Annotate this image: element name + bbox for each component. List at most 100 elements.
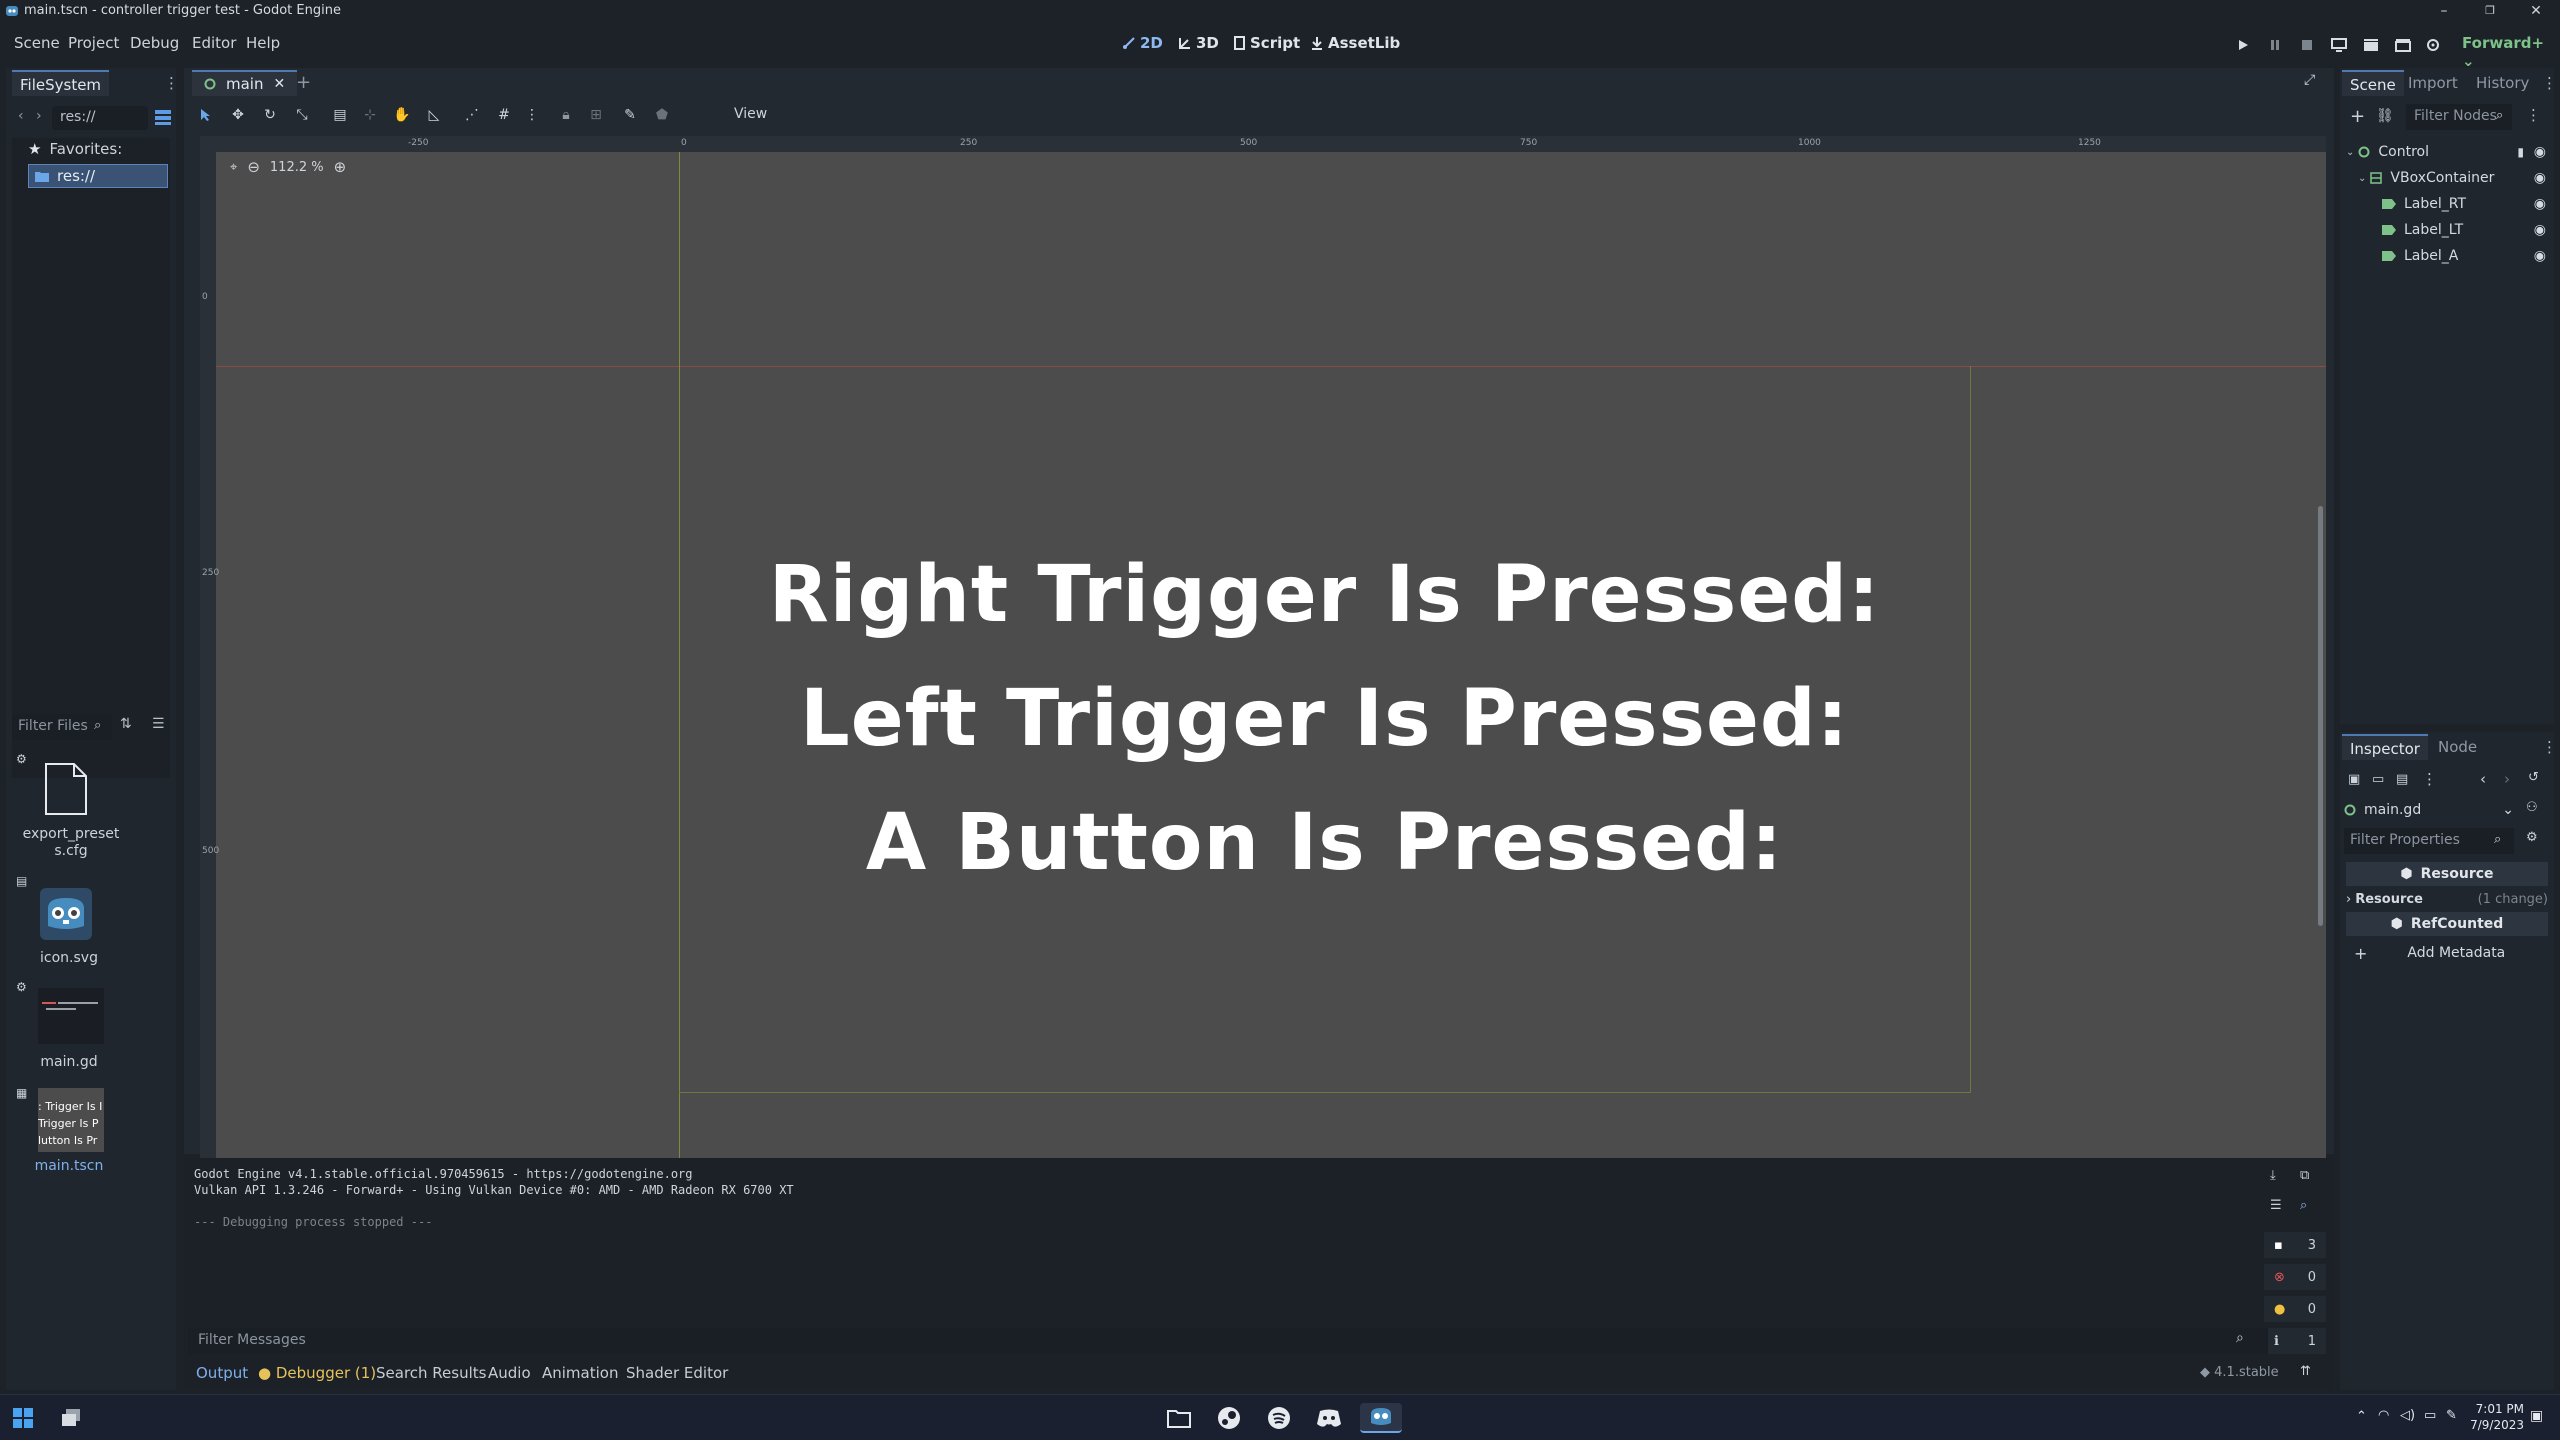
bone-icon[interactable]: ✎ (620, 105, 640, 125)
ruler-mode-icon[interactable]: ◺ (424, 105, 444, 125)
taskbar-explorer[interactable] (1164, 1403, 1194, 1433)
favorites-item[interactable]: ★ Favorites: (28, 140, 122, 158)
tab-import[interactable]: Import (2400, 70, 2466, 96)
select-mode-icon[interactable] (196, 105, 216, 125)
tab-inspector[interactable]: Inspector (2342, 734, 2428, 760)
dock-menu-icon[interactable]: ⋮ (2542, 74, 2557, 92)
taskbar-godot[interactable] (1360, 1403, 1402, 1433)
tree-node-vboxcontainer[interactable]: ⌄ VBoxContainer ◉ (2340, 166, 2554, 190)
tab-audio[interactable]: Audio (488, 1364, 531, 1382)
resource-selector[interactable]: main.gd ⌄ (2344, 798, 2514, 822)
vertical-scrollbar[interactable] (2318, 506, 2323, 926)
tab-filesystem[interactable]: FileSystem (12, 70, 110, 96)
link-icon[interactable]: ⛓ (2376, 108, 2394, 124)
pin-icon[interactable]: ⤓ (2270, 1168, 2276, 1183)
wifi-icon[interactable]: ◠ (2378, 1408, 2389, 1423)
taskbar-spotify[interactable] (1264, 1403, 1294, 1433)
tab-node[interactable]: Node (2430, 734, 2485, 760)
split-mode-icon[interactable] (154, 108, 172, 126)
zoom-in-icon[interactable]: ⊕ (334, 158, 347, 176)
history-back-icon[interactable]: ‹ (2480, 770, 2486, 788)
section-refcounted[interactable]: ⬢ RefCounted (2346, 912, 2548, 936)
tab-debugger[interactable]: ● Debugger (1) (258, 1364, 376, 1382)
tab-search-results[interactable]: Search Results (376, 1364, 486, 1382)
pivot-icon[interactable]: ⊹ (360, 105, 380, 125)
pen-icon[interactable]: ✎ (2446, 1408, 2457, 1423)
file-item-export-presets[interactable]: export_presets.cfg (6, 826, 136, 860)
search-icon[interactable]: ⌕ (2300, 1198, 2307, 1213)
section-resource[interactable]: ⬢ Resource (2346, 862, 2548, 886)
grid-snap-icon[interactable]: # (494, 105, 514, 125)
menu-project[interactable]: Project (68, 34, 119, 52)
center-view-icon[interactable]: ⌖ (230, 160, 237, 175)
tree-node-control[interactable]: ⌄ Control ▮ ◉ (2340, 140, 2554, 164)
list-view-icon[interactable]: ☰ (152, 716, 165, 732)
tab-main-scene[interactable]: main ✕ (192, 70, 298, 96)
view-menu-button[interactable]: View (734, 106, 767, 122)
file-item-icon-svg[interactable]: icon.svg (4, 950, 134, 966)
info-counter[interactable]: ℹ 1 (2264, 1328, 2326, 1354)
file-item-main-gd[interactable]: main.gd (4, 1054, 134, 1070)
zoom-out-icon[interactable]: ⊖ (247, 158, 260, 176)
tab-history[interactable]: History (2468, 70, 2537, 96)
workspace-assetlib-button[interactable]: AssetLib (1310, 34, 1400, 52)
dock-menu-icon[interactable]: ⋮ (2542, 738, 2557, 756)
property-options-icon[interactable]: ⚙ (2526, 830, 2538, 845)
sort-icon[interactable]: ⇅ (120, 716, 132, 732)
scale-mode-icon[interactable]: ⤡ (292, 105, 312, 125)
collapse-icon[interactable]: ☰ (2270, 1198, 2282, 1213)
notification-icon[interactable]: ▣ (2530, 1408, 2543, 1424)
play-scene-button[interactable] (2360, 34, 2382, 56)
add-metadata-button[interactable]: + Add Metadata (2346, 940, 2548, 966)
filter-properties-input[interactable]: Filter Properties (2344, 828, 2514, 854)
remote-debug-button[interactable] (2328, 34, 2350, 56)
path-field[interactable]: res:// (52, 106, 148, 130)
taskbar-steam[interactable] (1214, 1403, 1244, 1433)
distraction-free-icon[interactable]: ⤢ (2304, 72, 2315, 88)
dock-menu-icon[interactable]: ⋮ (164, 74, 179, 92)
start-button[interactable] (8, 1403, 38, 1433)
camera-override-icon[interactable]: ⬟ (652, 105, 672, 125)
tray-chevron-up-icon[interactable]: ⌃ (2356, 1409, 2367, 1424)
task-view-button[interactable] (56, 1403, 86, 1433)
property-resource[interactable]: › Resource (1 change) (2346, 888, 2548, 910)
play-button[interactable] (2232, 34, 2254, 56)
menu-editor[interactable]: Editor (192, 34, 236, 52)
open-resource-icon[interactable]: ▭ (2372, 772, 2384, 787)
more-options-icon[interactable]: ⋮ (522, 105, 542, 125)
save-resource-icon[interactable]: ▤ (2396, 772, 2408, 787)
filter-messages-input[interactable]: Filter Messages (188, 1328, 2268, 1354)
object-history-icon[interactable]: ↺ (2528, 770, 2539, 785)
menu-debug[interactable]: Debug (130, 34, 179, 52)
history-forward-icon[interactable]: › (2504, 770, 2510, 788)
battery-icon[interactable]: ▭ (2424, 1408, 2436, 1423)
new-resource-icon[interactable]: ▣ (2348, 772, 2360, 787)
move-mode-icon[interactable]: ✥ (228, 105, 248, 125)
smart-snap-icon[interactable]: ⋰ (462, 105, 482, 125)
group-icon[interactable]: ⊞ (586, 105, 606, 125)
taskbar-discord[interactable] (1314, 1403, 1344, 1433)
play-custom-scene-button[interactable] (2392, 34, 2414, 56)
rotate-mode-icon[interactable]: ↻ (260, 105, 280, 125)
pan-mode-icon[interactable]: ✋ (392, 105, 412, 125)
close-icon[interactable]: ✕ (273, 76, 285, 92)
node-config-icon[interactable]: ⚇ (2526, 800, 2538, 815)
menu-scene[interactable]: Scene (14, 34, 60, 52)
visibility-eye-icon[interactable]: ◉ (2534, 144, 2546, 160)
tab-scene[interactable]: Scene (2342, 70, 2404, 96)
maximize-button[interactable]: ❐ (2476, 2, 2504, 20)
lock-icon[interactable]: 🔒︎ (556, 105, 576, 125)
stop-button[interactable] (2296, 34, 2318, 56)
selectable-nodes-icon[interactable]: ▤ (330, 105, 350, 125)
volume-icon[interactable]: ◁) (2400, 1408, 2415, 1423)
error-counter[interactable]: ⊗ 0 (2264, 1264, 2326, 1290)
visibility-eye-icon[interactable]: ◉ (2534, 196, 2546, 212)
workspace-2d-button[interactable]: 2D (1122, 34, 1163, 52)
2d-canvas-viewport[interactable]: -250 0 250 500 750 1000 1250 0 250 500 R… (200, 136, 2326, 1212)
pause-button[interactable] (2264, 34, 2286, 56)
tab-output[interactable]: Output (196, 1364, 248, 1382)
warning-counter[interactable]: ● 0 (2264, 1296, 2326, 1322)
visibility-eye-icon[interactable]: ◉ (2534, 222, 2546, 238)
tree-node-label-lt[interactable]: Label_LT ◉ (2340, 218, 2554, 242)
visibility-eye-icon[interactable]: ◉ (2534, 170, 2546, 186)
